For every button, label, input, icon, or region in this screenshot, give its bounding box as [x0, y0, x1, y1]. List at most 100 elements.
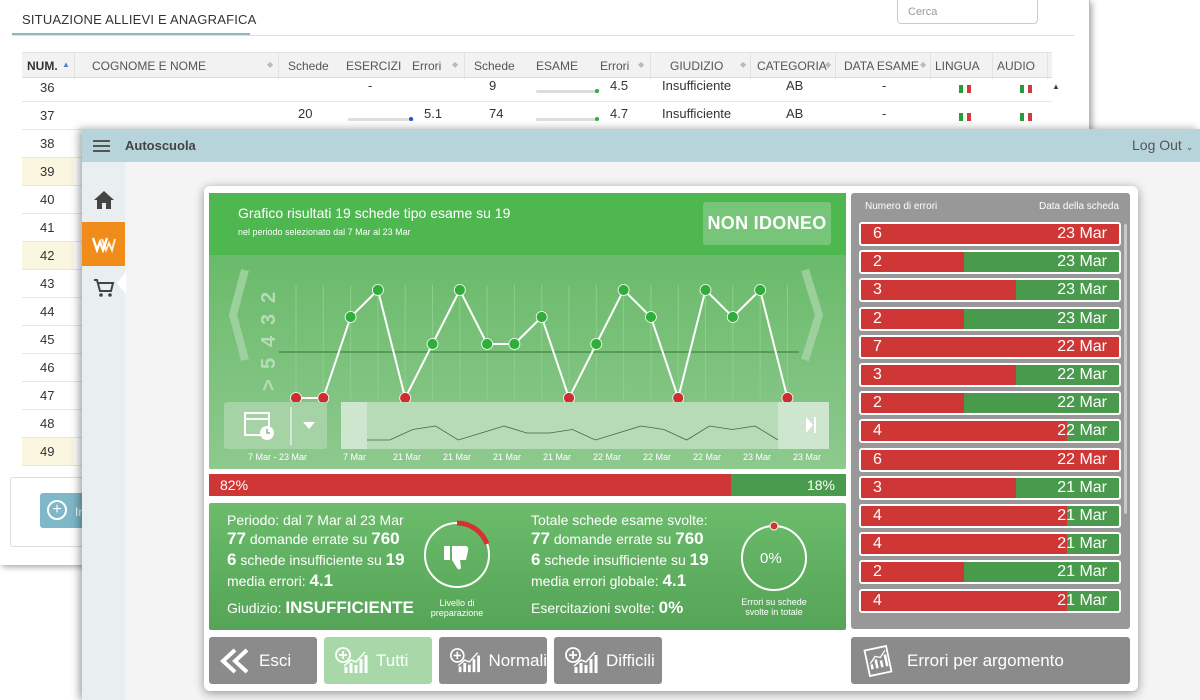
- scrollbar[interactable]: ▲: [1052, 80, 1062, 130]
- col-schede-es[interactable]: Schede: [288, 59, 329, 73]
- result-point[interactable]: [481, 338, 494, 350]
- col-data-esame[interactable]: DATA ESAME: [844, 59, 919, 73]
- result-point[interactable]: [508, 338, 521, 350]
- col-lingua[interactable]: LINGUA: [935, 59, 980, 73]
- error-row[interactable]: 6 22 Mar: [859, 447, 1121, 472]
- total-insuff-text: schede insufficiente su: [544, 552, 686, 568]
- result-point[interactable]: [426, 338, 439, 350]
- row-errori-ex: 4.5: [610, 78, 629, 93]
- total-insufficient-stat: 6 schede insufficiente su 19: [531, 550, 709, 570]
- result-point[interactable]: [754, 284, 766, 296]
- result-point[interactable]: [290, 392, 302, 404]
- result-point[interactable]: [726, 311, 739, 323]
- result-point[interactable]: [590, 338, 603, 350]
- sidebar-item-quiz[interactable]: [82, 222, 125, 266]
- timeline-date-label: 23 Mar: [743, 452, 772, 462]
- total-wrong-stat: 77 domande errate su 760: [531, 529, 704, 549]
- error-row[interactable]: 4 22 Mar: [859, 419, 1121, 444]
- row-data-esame: -: [882, 78, 887, 93]
- table-row[interactable]: 36 - 9 4.5 Insufficiente AB -: [22, 74, 1052, 102]
- exercises-stat: Esercitazioni svolte: 0%: [531, 598, 683, 618]
- error-row[interactable]: 4 21 Mar: [859, 504, 1121, 528]
- error-date: 22 Mar: [1057, 337, 1107, 355]
- col-audio[interactable]: AUDIO: [997, 59, 1035, 73]
- result-point[interactable]: [699, 284, 712, 296]
- result-point[interactable]: [617, 284, 630, 296]
- error-row[interactable]: 2 23 Mar: [859, 250, 1121, 275]
- col-esercizi[interactable]: ESERCIZI: [346, 59, 401, 73]
- error-row[interactable]: 2 21 Mar: [859, 560, 1121, 585]
- table-row[interactable]: 37 20 5.1 74 4.7 Insufficiente AB -: [22, 102, 1052, 130]
- timeline-handle-right[interactable]: [778, 402, 829, 449]
- logout-button[interactable]: Log Out ⌄: [1132, 137, 1193, 153]
- error-bar: [861, 280, 1016, 301]
- filter-all-button[interactable]: Tutti: [324, 637, 432, 684]
- errors-scrollbar[interactable]: [1124, 224, 1127, 514]
- result-point[interactable]: [344, 311, 357, 323]
- timeline-handle-left[interactable]: [341, 402, 367, 449]
- error-row[interactable]: 2 22 Mar: [859, 391, 1121, 416]
- col-errori-ex[interactable]: Errori: [600, 59, 629, 73]
- timeline-date-label: 23 Mar: [793, 452, 822, 462]
- col-giudizio[interactable]: GIUDIZIO: [670, 59, 723, 73]
- filter-hard-button[interactable]: Difficili: [554, 637, 662, 684]
- chevron-right-icon[interactable]: [801, 268, 824, 362]
- giudizio-value: INSUFFICIENTE: [285, 598, 414, 617]
- error-row[interactable]: 7 22 Mar: [859, 334, 1121, 359]
- timeline-strip[interactable]: [341, 402, 829, 449]
- error-date: 22 Mar: [1057, 422, 1107, 440]
- col-categoria[interactable]: CATEGORIA: [757, 59, 827, 73]
- row-number: 38: [40, 136, 55, 151]
- error-row[interactable]: 4 21 Mar: [859, 588, 1121, 613]
- chevron-left-icon[interactable]: [228, 268, 249, 362]
- timeline-date-label: 21 Mar: [443, 452, 472, 462]
- errors-by-topic-button[interactable]: Errori per argomento: [851, 637, 1130, 684]
- col-schede-ex[interactable]: Schede: [474, 59, 515, 73]
- sort-icon[interactable]: ◆: [638, 60, 644, 69]
- result-point[interactable]: [563, 392, 575, 404]
- result-point[interactable]: [644, 311, 657, 323]
- language-flag-icon: [959, 113, 971, 121]
- result-point[interactable]: [371, 284, 384, 296]
- col-esame[interactable]: ESAME: [536, 59, 578, 73]
- result-point[interactable]: [535, 311, 548, 323]
- sort-icon[interactable]: ◆: [920, 60, 926, 69]
- sort-icon[interactable]: ◆: [825, 60, 831, 69]
- search-input[interactable]: Cerca: [897, 0, 1038, 24]
- col-errori-es[interactable]: Errori: [412, 59, 441, 73]
- error-row[interactable]: 4 21 Mar: [859, 532, 1121, 557]
- col-name[interactable]: COGNOME E NOME: [92, 59, 206, 73]
- errors-header-count: Numero di errori: [865, 201, 938, 212]
- home-icon: [93, 191, 114, 209]
- row-schede-es: 20: [298, 106, 313, 121]
- exam-progress: [536, 90, 598, 93]
- error-bar: [861, 477, 1016, 498]
- row-number: 49: [22, 438, 74, 465]
- result-point[interactable]: [399, 392, 412, 404]
- exit-button[interactable]: Esci: [209, 637, 317, 684]
- result-point[interactable]: [672, 392, 685, 404]
- error-row[interactable]: 3 21 Mar: [859, 475, 1121, 500]
- sort-icon[interactable]: ◆: [267, 60, 273, 69]
- result-point[interactable]: [317, 392, 330, 404]
- sort-icon[interactable]: ◆: [740, 60, 746, 69]
- sort-asc-icon[interactable]: ▲: [62, 60, 70, 69]
- hamburger-menu-icon[interactable]: [93, 140, 110, 152]
- sidebar-item-shop[interactable]: [82, 266, 125, 310]
- timeline-date-label: 22 Mar: [693, 452, 722, 462]
- error-date: 21 Mar: [1057, 591, 1107, 609]
- insufficient-stat: 6 schede insufficiente su 19: [227, 550, 405, 570]
- timeline-date-label: 21 Mar: [493, 452, 522, 462]
- sidebar-item-home[interactable]: [82, 178, 125, 222]
- error-row[interactable]: 6 23 Mar: [859, 222, 1121, 246]
- error-row[interactable]: 3 22 Mar: [859, 363, 1121, 387]
- error-row[interactable]: 2 23 Mar: [859, 306, 1121, 331]
- error-row[interactable]: 3 23 Mar: [859, 278, 1121, 303]
- result-point[interactable]: [453, 284, 466, 296]
- filter-normal-button[interactable]: Normali: [439, 637, 547, 684]
- scroll-up-icon[interactable]: ▲: [1052, 82, 1060, 91]
- sort-icon[interactable]: ◆: [452, 60, 458, 69]
- col-num[interactable]: NUM.: [27, 59, 58, 73]
- result-point[interactable]: [781, 392, 794, 404]
- exercises-label: Esercitazioni svolte:: [531, 600, 655, 616]
